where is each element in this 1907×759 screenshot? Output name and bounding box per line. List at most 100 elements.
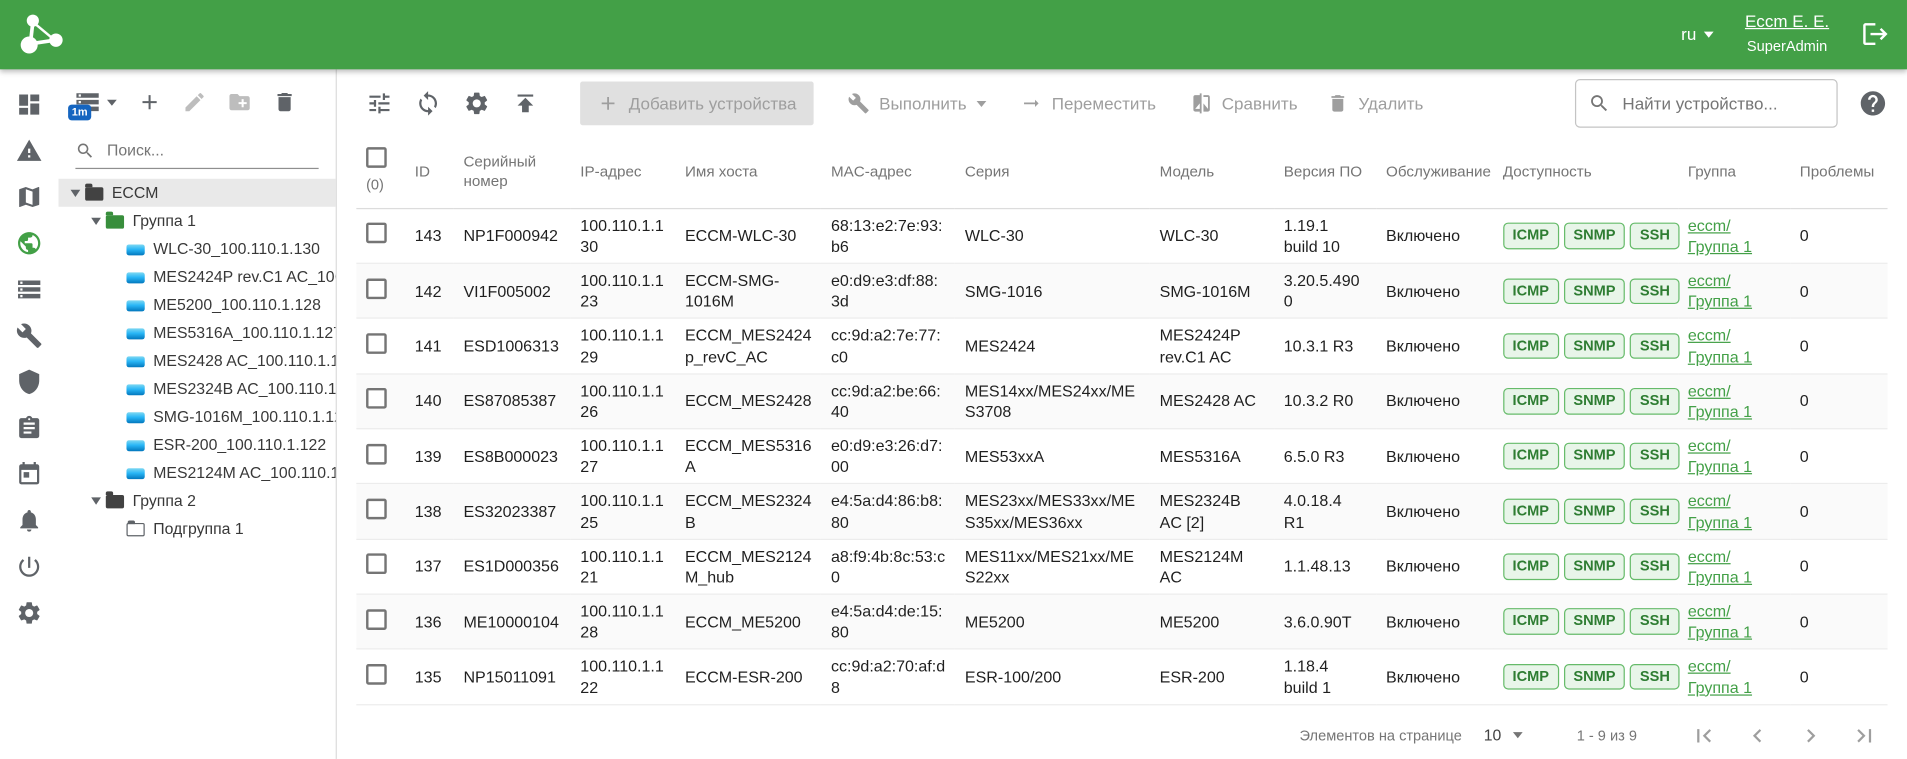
column-header-10[interactable]: Доступность — [1493, 137, 1678, 208]
tree-item[interactable]: ECCM — [58, 179, 335, 207]
tree-item[interactable]: MES2424P rev.C1 AC_100.110.1.129 — [58, 263, 335, 291]
tree-item[interactable]: Группа 1 — [58, 207, 335, 235]
compare-button[interactable]: Сравнить — [1190, 92, 1297, 114]
column-header-2[interactable]: Серийный номер — [454, 137, 571, 208]
sidebar-item-tasks[interactable] — [0, 405, 58, 451]
row-checkbox[interactable] — [366, 499, 387, 520]
row-checkbox[interactable] — [366, 278, 387, 299]
row-checkbox[interactable] — [366, 664, 387, 685]
sidebar-item-calendar[interactable] — [0, 451, 58, 497]
tree-item[interactable]: ME5200_100.110.1.128 — [58, 291, 335, 319]
tree-item[interactable]: ESR-200_100.110.1.122 — [58, 431, 335, 459]
delete-button[interactable]: Удалить — [1327, 92, 1424, 114]
sidebar-item-dashboard[interactable] — [0, 81, 58, 127]
tree-item[interactable]: SMG-1016M_100.110.1.123 — [58, 403, 335, 431]
device-search-input[interactable] — [1620, 92, 1824, 114]
row-checkbox[interactable] — [366, 554, 387, 575]
column-header-12[interactable]: Проблемы — [1790, 137, 1887, 208]
group-link[interactable]: Группа 1 — [1688, 292, 1752, 310]
table-row[interactable]: 142VI1F005002100.110.1.123ECCM-SMG-1016M… — [356, 263, 1887, 318]
add-group-button[interactable] — [137, 90, 161, 114]
sidebar-item-security[interactable] — [0, 359, 58, 405]
group-link[interactable]: Группа 1 — [1688, 402, 1752, 420]
table-settings-button[interactable] — [454, 80, 500, 126]
group-link[interactable]: eccm/ — [1688, 547, 1731, 565]
column-header-7[interactable]: Модель — [1150, 137, 1274, 208]
group-link[interactable]: Группа 1 — [1688, 678, 1752, 696]
per-page-select[interactable]: 10 — [1484, 726, 1523, 744]
first-page-button[interactable] — [1691, 722, 1718, 749]
group-link[interactable]: Группа 1 — [1688, 347, 1752, 365]
move-button[interactable]: Переместить — [1020, 92, 1156, 114]
refresh-button[interactable] — [405, 80, 451, 126]
group-link[interactable]: eccm/ — [1688, 382, 1731, 400]
column-header-1[interactable]: ID — [405, 137, 454, 208]
group-link[interactable]: eccm/ — [1688, 437, 1731, 455]
add-devices-button[interactable]: Добавить устройства — [580, 81, 813, 125]
table-row[interactable]: 143NP1F000942100.110.1.130ECCM-WLC-3068:… — [356, 208, 1887, 263]
column-header-4[interactable]: Имя хоста — [675, 137, 821, 208]
group-link[interactable]: eccm/ — [1688, 602, 1731, 620]
group-link[interactable]: eccm/ — [1688, 657, 1731, 675]
column-header-8[interactable]: Версия ПО — [1274, 137, 1376, 208]
tree-item[interactable]: MES2324B AC_100.110.1.125 — [58, 375, 335, 403]
row-checkbox[interactable] — [366, 223, 387, 244]
column-header-6[interactable]: Серия — [955, 137, 1150, 208]
table-row[interactable]: 137ES1D000356100.110.1.121ECCM_MES2124M_… — [356, 539, 1887, 594]
group-link[interactable]: eccm/ — [1688, 327, 1731, 345]
delete-group-button[interactable] — [272, 90, 296, 114]
tree-search-input[interactable] — [105, 140, 319, 161]
table-row[interactable]: 138ES32023387100.110.1.125ECCM_MES2324Be… — [356, 484, 1887, 539]
group-link[interactable]: eccm/ — [1688, 271, 1731, 289]
sidebar-item-devices[interactable] — [0, 220, 58, 266]
sidebar-item-notifications[interactable] — [0, 497, 58, 543]
logout-button[interactable] — [1861, 20, 1890, 49]
group-link[interactable]: Группа 1 — [1688, 513, 1752, 531]
tree-expander-icon[interactable] — [85, 491, 106, 510]
table-row[interactable]: 140ES87085387100.110.1.126ECCM_MES2428cc… — [356, 374, 1887, 429]
column-header-9[interactable]: Обслуживание — [1376, 137, 1493, 208]
table-row[interactable]: 135NP15011091100.110.1.122ECCM-ESR-200cc… — [356, 649, 1887, 704]
previous-page-button[interactable] — [1744, 722, 1771, 749]
filter-columns-button[interactable] — [356, 80, 402, 126]
group-link[interactable]: Группа 1 — [1688, 568, 1752, 586]
sidebar-item-settings[interactable] — [0, 590, 58, 636]
tree-item[interactable]: Подгруппа 1 — [58, 514, 335, 542]
group-link[interactable]: Группа 1 — [1688, 623, 1752, 641]
row-checkbox[interactable] — [366, 444, 387, 465]
run-button[interactable]: Выполнить — [848, 92, 987, 114]
last-page-button[interactable] — [1851, 722, 1878, 749]
group-link[interactable]: Группа 1 — [1688, 458, 1752, 476]
tree-item[interactable]: WLC-30_100.110.1.130 — [58, 235, 335, 263]
table-row[interactable]: 141ESD1006313100.110.1.129ECCM_MES2424p_… — [356, 319, 1887, 374]
discover-devices-button[interactable]: 1m — [74, 89, 117, 116]
table-row[interactable]: 136ME10000104100.110.1.128ECCM_ME5200e4:… — [356, 594, 1887, 649]
row-checkbox[interactable] — [366, 609, 387, 630]
group-link[interactable]: Группа 1 — [1688, 237, 1752, 255]
table-row[interactable]: 139ES8B000023100.110.1.127ECCM_MES5316Ae… — [356, 429, 1887, 484]
help-button[interactable] — [1858, 89, 1887, 118]
next-page-button[interactable] — [1798, 722, 1825, 749]
column-header-3[interactable]: IP-адрес — [571, 137, 676, 208]
row-checkbox[interactable] — [366, 388, 387, 409]
user-name-link[interactable]: Eccm E. E. — [1745, 10, 1829, 33]
language-selector[interactable]: ru — [1681, 25, 1713, 44]
tree-expander-icon[interactable] — [85, 211, 106, 230]
tree-item[interactable]: Группа 2 — [58, 486, 335, 514]
tree-expander-icon[interactable] — [64, 183, 85, 202]
tree-item[interactable]: MES2428 AC_100.110.1.126 — [58, 347, 335, 375]
sidebar-item-map[interactable] — [0, 174, 58, 220]
export-button[interactable] — [502, 80, 548, 126]
column-header-5[interactable]: MAC-адрес — [821, 137, 955, 208]
group-link[interactable]: eccm/ — [1688, 492, 1731, 510]
column-header-11[interactable]: Группа — [1678, 137, 1790, 208]
edit-group-button[interactable] — [182, 90, 206, 114]
tree-item[interactable]: MES2124M AC_100.110.1.121 — [58, 459, 335, 487]
group-link[interactable]: eccm/ — [1688, 216, 1731, 234]
sidebar-item-tools[interactable] — [0, 313, 58, 359]
select-all-checkbox[interactable] — [366, 147, 387, 168]
create-subfolder-button[interactable] — [227, 90, 251, 114]
tree-item[interactable]: MES5316A_100.110.1.127 — [58, 319, 335, 347]
sidebar-item-alerts[interactable] — [0, 128, 58, 174]
row-checkbox[interactable] — [366, 333, 387, 354]
